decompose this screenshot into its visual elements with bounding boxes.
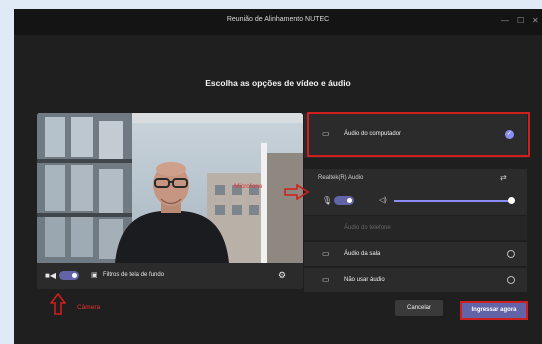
cancel-button[interactable]: Cancelar [395,300,443,316]
join-now-button[interactable]: Ingressar agora [460,301,528,320]
computer-audio-highlight [307,112,530,157]
room-audio-option[interactable]: ▭ Áudio da sala [304,242,527,266]
microphone-toggle[interactable] [334,196,354,205]
speaker-volume-slider[interactable] [394,200,512,202]
maximize-button[interactable]: ☐ [517,16,524,25]
audio-device-label[interactable]: Realtek(R) Audio [318,175,363,181]
gear-icon[interactable]: ⚙ [278,270,286,281]
camera-arrow-icon [50,293,66,315]
video-preview-panel: ■◀ ▣ Filtros de tela de fundo ⚙ [37,113,303,289]
microphone-arrow-icon [284,184,310,200]
camera-annotation: Câmera [77,304,101,311]
camera-preview [37,113,303,263]
device-settings-icon[interactable]: ⇄ [500,173,507,182]
page-heading: Escolha as opções de vídeo e áudio [205,78,351,88]
camera-preview-image [37,113,303,263]
room-audio-radio[interactable] [507,250,515,258]
speaker-icon: ◁) [379,197,387,204]
no-audio-option[interactable]: ▭ Não usar áudio [304,268,527,292]
room-audio-icon: ▭ [322,249,330,258]
device-settings: Realtek(R) Audio ⇄ 🎙 ◁) [304,169,527,215]
minimize-button[interactable]: — [501,16,509,25]
background-filters-label[interactable]: Filtros de tela de fundo [103,272,164,278]
camera-toggle[interactable] [59,271,79,280]
microphone-icon: 🎙 [322,196,333,205]
video-camera-icon: ■◀ [45,271,56,280]
no-audio-icon: ▭ [322,275,330,284]
microphone-annotation: Microfone [234,183,263,190]
title-bar: Reunião de Alinhamento NUTEC — ☐ ✕ [14,9,542,35]
background-filters-icon[interactable]: ▣ [91,271,98,279]
speaker-volume-handle[interactable] [508,197,515,204]
video-controls-bar: ■◀ ▣ Filtros de tela de fundo ⚙ [37,263,303,289]
phone-audio-label: Áudio do telefone [344,225,391,231]
no-audio-label: Não usar áudio [344,277,385,283]
meeting-prejoin-window: Reunião de Alinhamento NUTEC — ☐ ✕ Escol… [14,9,542,344]
no-audio-radio[interactable] [507,276,515,284]
phone-audio-option: Áudio do telefone [304,216,527,240]
window-title: Reunião de Alinhamento NUTEC [226,16,330,23]
close-button[interactable]: ✕ [532,16,539,25]
room-audio-label: Áudio da sala [344,251,381,257]
